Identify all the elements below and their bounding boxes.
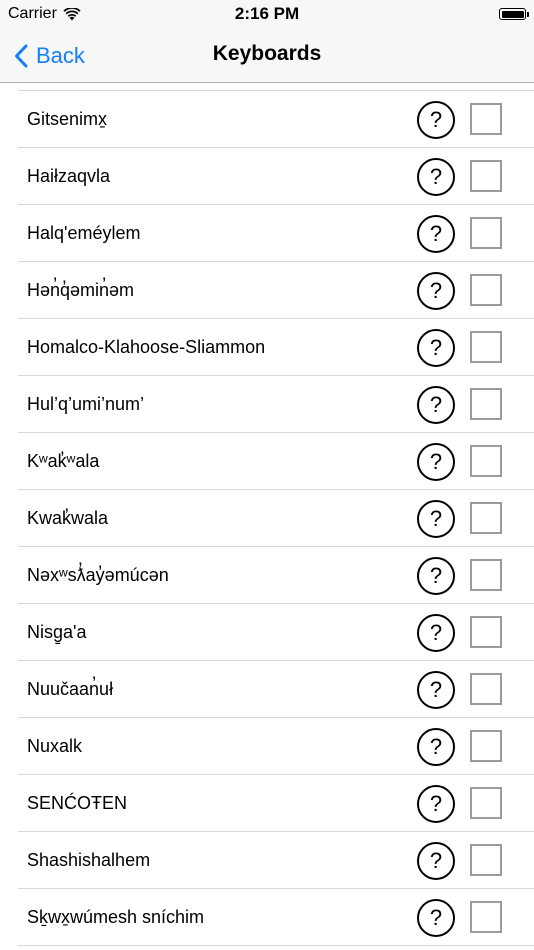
battery-icon bbox=[499, 8, 529, 20]
help-button[interactable]: ? bbox=[417, 443, 455, 481]
keyboard-label: Nəxʷsƛ̓ay̓əmúcən bbox=[27, 565, 169, 585]
keyboard-checkbox[interactable] bbox=[470, 445, 502, 477]
keyboard-row: Homalco-Klahoose-Sliammon? bbox=[18, 319, 534, 376]
keyboard-label: Sḵwx̱wúmesh sníchim bbox=[27, 907, 205, 927]
keyboard-checkbox[interactable] bbox=[470, 274, 502, 306]
keyboard-label: Nisg̱a'a bbox=[27, 622, 87, 642]
keyboard-label: Kwak̓wala bbox=[27, 508, 109, 528]
keyboard-label: Shashishalhem bbox=[27, 850, 151, 870]
keyboard-row: Halq'eméylem? bbox=[18, 205, 534, 262]
keyboard-row: Sḵwx̱wúmesh sníchim? bbox=[18, 889, 534, 946]
keyboard-checkbox[interactable] bbox=[470, 559, 502, 591]
help-button[interactable]: ? bbox=[417, 842, 455, 880]
keyboard-checkbox[interactable] bbox=[470, 901, 502, 933]
keyboard-row: Shashishalhem? bbox=[18, 832, 534, 889]
keyboard-row: Nuučaan̓uł? bbox=[18, 661, 534, 718]
help-button[interactable]: ? bbox=[417, 557, 455, 595]
help-button[interactable]: ? bbox=[417, 215, 455, 253]
keyboard-label: Haiłzaqvla bbox=[27, 166, 111, 186]
keyboard-checkbox[interactable] bbox=[470, 331, 502, 363]
keyboard-label: Hən̓q̓əmin̓əm bbox=[27, 280, 135, 300]
keyboard-checkbox[interactable] bbox=[470, 616, 502, 648]
help-button[interactable]: ? bbox=[417, 272, 455, 310]
keyboard-label: Homalco-Klahoose-Sliammon bbox=[27, 337, 266, 357]
navigation-bar: Back Keyboards bbox=[0, 30, 534, 83]
keyboard-row: Nəxʷsƛ̓ay̓əmúcən? bbox=[18, 547, 534, 604]
keyboard-label: Kʷak̓ʷala bbox=[27, 451, 100, 471]
battery-level bbox=[501, 10, 524, 18]
keyboard-row: Nisg̱a'a? bbox=[18, 604, 534, 661]
keyboard-label: Nuxalk bbox=[27, 736, 83, 756]
keyboard-row: Hul’q’umi’num’? bbox=[18, 376, 534, 433]
page-title: Keyboards bbox=[212, 42, 322, 65]
keyboard-label: Gitsenimx̱ bbox=[27, 109, 108, 129]
help-button[interactable]: ? bbox=[417, 671, 455, 709]
status-bar: Carrier 2:16 PM bbox=[0, 0, 534, 30]
status-time: 2:16 PM bbox=[234, 4, 300, 23]
keyboard-label: Hul’q’umi’num’ bbox=[27, 394, 145, 414]
help-button[interactable]: ? bbox=[417, 386, 455, 424]
keyboard-checkbox[interactable] bbox=[470, 502, 502, 534]
keyboard-row: Kwak̓wala? bbox=[18, 490, 534, 547]
keyboard-checkbox[interactable] bbox=[470, 787, 502, 819]
keyboard-row: Kʷak̓ʷala? bbox=[18, 433, 534, 490]
keyboard-checkbox[interactable] bbox=[470, 730, 502, 762]
keyboard-checkbox[interactable] bbox=[470, 217, 502, 249]
help-button[interactable]: ? bbox=[417, 728, 455, 766]
keyboard-label: Nuučaan̓uł bbox=[27, 679, 114, 699]
keyboard-label: SENĆOŦEN bbox=[27, 793, 128, 813]
keyboard-row: Haiłzaqvla? bbox=[18, 148, 534, 205]
keyboard-list: Gitsenimx̱? Haiłzaqvla? Halq'eméylem? Hən̓q… bbox=[0, 83, 534, 946]
keyboard-checkbox[interactable] bbox=[470, 844, 502, 876]
keyboard-row: Nuxalk? bbox=[18, 718, 534, 775]
help-button[interactable]: ? bbox=[417, 158, 455, 196]
keyboard-row: Hən̓q̓əmin̓əm? bbox=[18, 262, 534, 319]
list-top-separator bbox=[18, 83, 534, 91]
keyboard-checkbox[interactable] bbox=[470, 160, 502, 192]
help-button[interactable]: ? bbox=[417, 899, 455, 937]
help-button[interactable]: ? bbox=[417, 500, 455, 538]
help-button[interactable]: ? bbox=[417, 785, 455, 823]
keyboard-checkbox[interactable] bbox=[470, 388, 502, 420]
help-button[interactable]: ? bbox=[417, 101, 455, 139]
keyboard-row: SENĆOŦEN? bbox=[18, 775, 534, 832]
keyboard-checkbox[interactable] bbox=[470, 673, 502, 705]
keyboard-checkbox[interactable] bbox=[470, 103, 502, 135]
keyboard-row: Gitsenimx̱? bbox=[18, 91, 534, 148]
help-button[interactable]: ? bbox=[417, 329, 455, 367]
keyboard-label: Halq'eméylem bbox=[27, 223, 141, 243]
help-button[interactable]: ? bbox=[417, 614, 455, 652]
